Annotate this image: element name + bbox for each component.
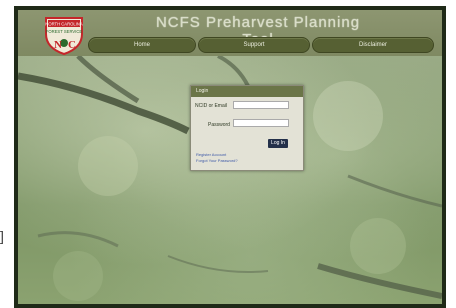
password-input[interactable] <box>233 119 289 127</box>
logo-text-mid: FOREST SERVICE <box>46 29 83 34</box>
login-title: Login <box>191 86 303 97</box>
nav-disclaimer-button[interactable]: Disclaimer <box>312 37 434 53</box>
ncid-label: NCID or Email <box>195 103 227 109</box>
site-header: NORTH CAROLINA FOREST SERVICE N C NCFS P… <box>18 10 442 56</box>
logo-text-top: NORTH CAROLINA <box>45 22 83 27</box>
login-button[interactable]: Log In <box>268 139 288 148</box>
register-account-link[interactable]: Register Account <box>196 152 226 157</box>
app-window: NORTH CAROLINA FOREST SERVICE N C NCFS P… <box>14 6 446 308</box>
nav-home-button[interactable]: Home <box>88 37 196 53</box>
ncid-email-input[interactable] <box>233 101 289 109</box>
password-label: Password <box>208 122 230 128</box>
login-panel: Login NCID or Email Password Log In Regi… <box>190 85 304 171</box>
forgot-password-link[interactable]: Forgot Your Password? <box>196 158 238 163</box>
svg-text:N: N <box>54 39 62 51</box>
svg-text:C: C <box>68 39 76 51</box>
ncfs-logo-icon: NORTH CAROLINA FOREST SERVICE N C <box>45 17 83 56</box>
left-edge-bracket: ] <box>0 228 4 244</box>
nav-support-button[interactable]: Support <box>198 37 310 53</box>
